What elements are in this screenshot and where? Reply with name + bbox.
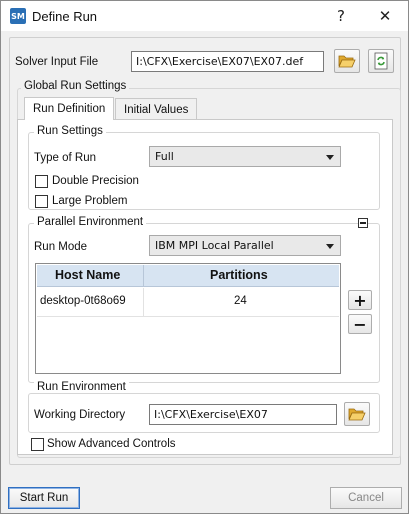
remove-host-button[interactable]: −: [348, 314, 372, 334]
run-mode-value: IBM MPI Local Parallel: [155, 239, 274, 252]
close-button[interactable]: ✕: [370, 4, 400, 28]
partitions-cell[interactable]: 24: [234, 295, 247, 307]
host-partition-table[interactable]: Host Name Partitions desktop-0t68o69 24: [35, 263, 341, 374]
reload-button[interactable]: [368, 49, 394, 73]
start-run-button[interactable]: Start Run: [8, 487, 80, 509]
solver-input-field[interactable]: I:\CFX\Exercise\EX07\EX07.def: [131, 51, 324, 72]
parallel-environment-title: Parallel Environment: [34, 216, 147, 228]
cancel-button[interactable]: Cancel: [330, 487, 402, 509]
chevron-down-icon: [326, 155, 334, 160]
run-mode-select[interactable]: IBM MPI Local Parallel: [149, 235, 341, 256]
title-bar: SM Define Run ? ✕: [1, 1, 408, 31]
column-divider: [143, 265, 144, 287]
host-name-cell[interactable]: desktop-0t68o69: [40, 295, 126, 307]
table-row[interactable]: desktop-0t68o69 24: [37, 288, 339, 317]
run-mode-label: Run Mode: [34, 241, 88, 253]
type-of-run-label: Type of Run: [34, 152, 97, 164]
browse-directory-button[interactable]: [344, 402, 370, 426]
large-problem-checkbox[interactable]: [35, 195, 48, 208]
window-title: Define Run: [32, 9, 98, 24]
show-advanced-label: Show Advanced Controls: [47, 438, 176, 450]
column-header-host[interactable]: Host Name: [55, 268, 120, 282]
large-problem-label: Large Problem: [52, 195, 128, 207]
table-header: Host Name Partitions: [37, 265, 339, 287]
browse-solver-file-button[interactable]: [334, 49, 360, 73]
show-advanced-checkbox[interactable]: [31, 438, 44, 451]
double-precision-checkbox[interactable]: [35, 175, 48, 188]
global-run-settings-title: Global Run Settings: [21, 80, 130, 92]
tab-run-definition[interactable]: Run Definition: [24, 97, 115, 120]
tab-initial-values[interactable]: Initial Values: [115, 98, 198, 120]
collapse-icon[interactable]: [358, 218, 368, 228]
type-of-run-value: Full: [155, 150, 174, 163]
column-divider: [143, 288, 144, 317]
type-of-run-select[interactable]: Full: [149, 146, 341, 167]
run-definition-panel: Run Settings Type of Run Full Double Pre…: [17, 119, 393, 455]
working-directory-field[interactable]: I:\CFX\Exercise\EX07: [149, 404, 337, 425]
refresh-icon: [374, 52, 388, 70]
column-header-partitions[interactable]: Partitions: [210, 268, 268, 282]
help-button[interactable]: ?: [326, 4, 356, 28]
working-directory-label: Working Directory: [34, 409, 126, 421]
folder-open-icon: [338, 55, 356, 68]
app-icon: SM: [10, 8, 26, 24]
add-host-button[interactable]: +: [348, 290, 372, 310]
double-precision-label: Double Precision: [52, 175, 139, 187]
chevron-down-icon: [326, 244, 334, 249]
folder-open-icon: [348, 408, 366, 421]
run-environment-title: Run Environment: [34, 381, 129, 393]
run-settings-title: Run Settings: [34, 125, 106, 137]
define-run-window: SM Define Run ? ✕ Solver Input File I:\C…: [0, 0, 409, 514]
solver-input-label: Solver Input File: [15, 56, 99, 68]
